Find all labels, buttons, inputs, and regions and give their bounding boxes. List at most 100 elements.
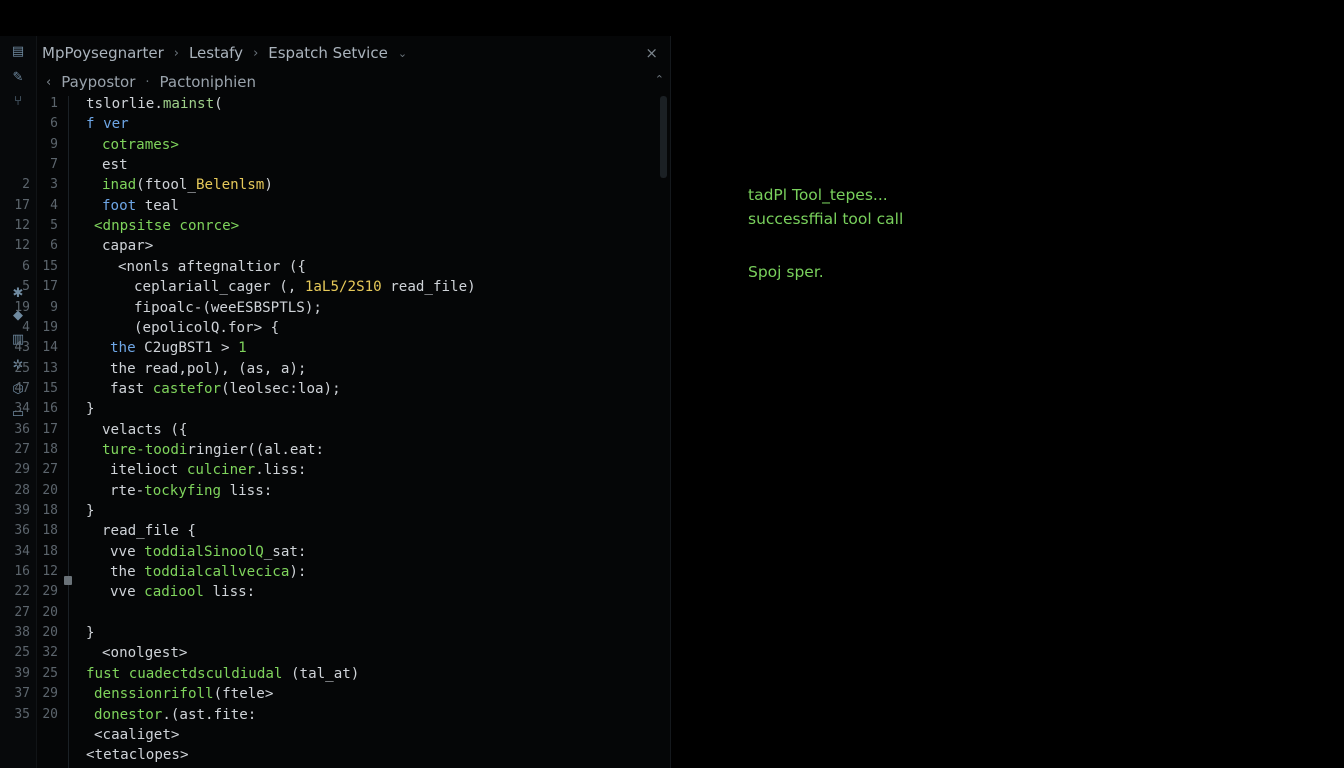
code-token: <onolgest> — [102, 645, 188, 662]
code-token: (tal_at) — [282, 665, 360, 682]
output-line-1: tadPl Tool_tepes... — [748, 186, 888, 204]
outer-line-number: 27 — [14, 604, 30, 620]
code-line[interactable]: fust cuadectdsculdiudal (tal_at) — [86, 664, 686, 684]
code-line[interactable]: cotrames> — [102, 135, 702, 155]
line-number: 20 — [42, 604, 58, 620]
code-token: tockyfing — [144, 482, 222, 499]
outer-line-number: 27 — [14, 441, 30, 457]
symbol-item-parent[interactable]: Paypostor — [61, 73, 135, 91]
line-number: 32 — [42, 645, 58, 661]
breadcrumb: MpPoysegnarter › Lestafy › Espatch Setvi… — [36, 36, 670, 70]
chevron-right-icon: › — [173, 45, 179, 61]
code-token: C2ugBST1 > — [135, 340, 239, 357]
code-line[interactable]: <onolgest> — [102, 643, 702, 663]
code-line[interactable]: fipoalc-(weeESBSPTLS); — [134, 298, 734, 318]
code-token: culciner — [186, 462, 256, 479]
breakpoint-marker-icon[interactable] — [64, 576, 72, 585]
code-line[interactable]: <nonls aftegnaltior ({ — [118, 257, 718, 277]
outer-line-number: 6 — [22, 258, 30, 274]
code-line[interactable]: ture-toodiringier((al.eat: — [102, 440, 702, 460]
code-line[interactable]: capar> — [102, 236, 702, 256]
chevron-down-icon[interactable]: ⌄ — [398, 47, 407, 60]
pencil-icon[interactable]: ✎ — [10, 70, 26, 86]
outer-line-number — [0, 114, 30, 134]
code-token: liss: — [203, 584, 256, 601]
code-token: donestor — [94, 706, 163, 723]
code-token: velacts ({ — [102, 421, 188, 438]
outer-line-number — [0, 135, 30, 155]
code-token: <nonls afteg — [118, 258, 221, 275]
code-token: inad — [102, 177, 137, 194]
line-number: 25 — [42, 665, 58, 681]
code-token: ringier((al.eat: — [187, 441, 325, 458]
code-token: toddialcallvecica — [144, 564, 290, 581]
outer-line-number: 25 — [14, 645, 30, 661]
files-icon[interactable]: ▤ — [10, 44, 26, 60]
outer-line-number — [0, 155, 30, 175]
code-line[interactable]: vve toddialSinoolQ_sat: — [110, 542, 710, 562]
outer-line-number: 5 — [22, 279, 30, 295]
chevron-up-icon[interactable]: ⌃ — [655, 73, 664, 86]
symbol-breadcrumb: ‹ Paypostor · Pactoniphien — [36, 70, 670, 94]
code-line[interactable]: denssionrifoll(ftele> — [94, 684, 694, 704]
breadcrumb-item-file[interactable]: Espatch Setvice — [268, 44, 388, 62]
code-line[interactable]: vve cadiool liss: — [110, 582, 710, 602]
code-line[interactable]: rte-tockyfing liss: — [110, 481, 710, 501]
code-line[interactable] — [86, 603, 686, 623]
code-line[interactable]: ceplariall_cager (, 1aL5/2S10 read_file) — [134, 277, 734, 297]
chevron-right-icon: › — [253, 45, 259, 61]
code-line[interactable]: } — [86, 399, 686, 419]
code-token: rte- — [110, 482, 145, 499]
code-line[interactable]: } — [86, 501, 686, 521]
line-number: 12 — [42, 564, 58, 580]
code-line[interactable]: itelioct culciner.liss: — [110, 460, 710, 480]
code-line[interactable]: f ver — [86, 114, 686, 134]
line-number: 27 — [42, 462, 58, 478]
line-number: 15 — [42, 380, 58, 396]
code-line[interactable]: foot teal — [102, 196, 702, 216]
code-line[interactable]: fast castefor(leolsec:loa); — [110, 379, 710, 399]
code-line[interactable]: the toddialcallvecica): — [110, 562, 710, 582]
code-token: } — [86, 401, 95, 418]
code-token: _sat: — [263, 543, 307, 560]
line-number: 20 — [42, 625, 58, 641]
code-token: denssionrifoll — [94, 686, 214, 703]
code-line[interactable]: <caaliget> — [94, 725, 694, 745]
breadcrumb-item-folder[interactable]: Lestafy — [189, 44, 243, 62]
code-line[interactable]: the read,pol), (as, a); — [110, 359, 710, 379]
code-line[interactable]: donestor.(ast.fite: — [94, 705, 694, 725]
outer-line-number — [0, 94, 30, 114]
code-line[interactable]: <dnpsitse conrce> — [94, 216, 694, 236]
chevron-left-icon[interactable]: ‹ — [46, 75, 51, 90]
symbol-item-current[interactable]: Pactoniphien — [160, 73, 256, 91]
line-number: 6 — [50, 116, 58, 132]
code-token: ( — [214, 96, 223, 112]
outer-line-number: 38 — [14, 625, 30, 641]
code-line[interactable]: est — [102, 155, 702, 175]
code-token: tslorlie. — [86, 96, 163, 112]
outer-line-number: 37 — [14, 686, 30, 702]
code-token: the read,pol), (as, a); — [110, 360, 307, 377]
code-line[interactable]: velacts ({ — [102, 420, 702, 440]
code-token: cuadectdsculdiudal — [128, 665, 283, 682]
outer-line-number: 34 — [14, 401, 30, 417]
code-line[interactable]: (epolicolQ.for> { — [134, 318, 734, 338]
code-line[interactable]: } — [86, 623, 686, 643]
code-line[interactable]: tslorlie.mainst( — [86, 94, 686, 114]
code-line[interactable]: read_file { — [102, 521, 702, 541]
code-line[interactable]: <tetaclopes> — [86, 745, 686, 765]
close-icon[interactable]: × — [645, 44, 658, 62]
code-token: capar> — [102, 238, 154, 255]
code-token: (leolsec:loa); — [221, 380, 341, 397]
outer-line-number: 36 — [14, 421, 30, 437]
code-line[interactable]: inad(ftool_Belenlsm) — [102, 175, 702, 195]
code-line[interactable]: the C2ugBST1 > 1 — [110, 338, 710, 358]
line-number: 20 — [42, 706, 58, 722]
code-token: vve — [110, 543, 145, 560]
line-number: 18 — [42, 543, 58, 559]
code-token: vve — [110, 584, 145, 601]
code-token: teal — [136, 197, 179, 214]
line-number: 29 — [42, 584, 58, 600]
breadcrumb-item-project[interactable]: MpPoysegnarter — [42, 44, 164, 62]
code-token: <caaliget> — [94, 726, 180, 743]
